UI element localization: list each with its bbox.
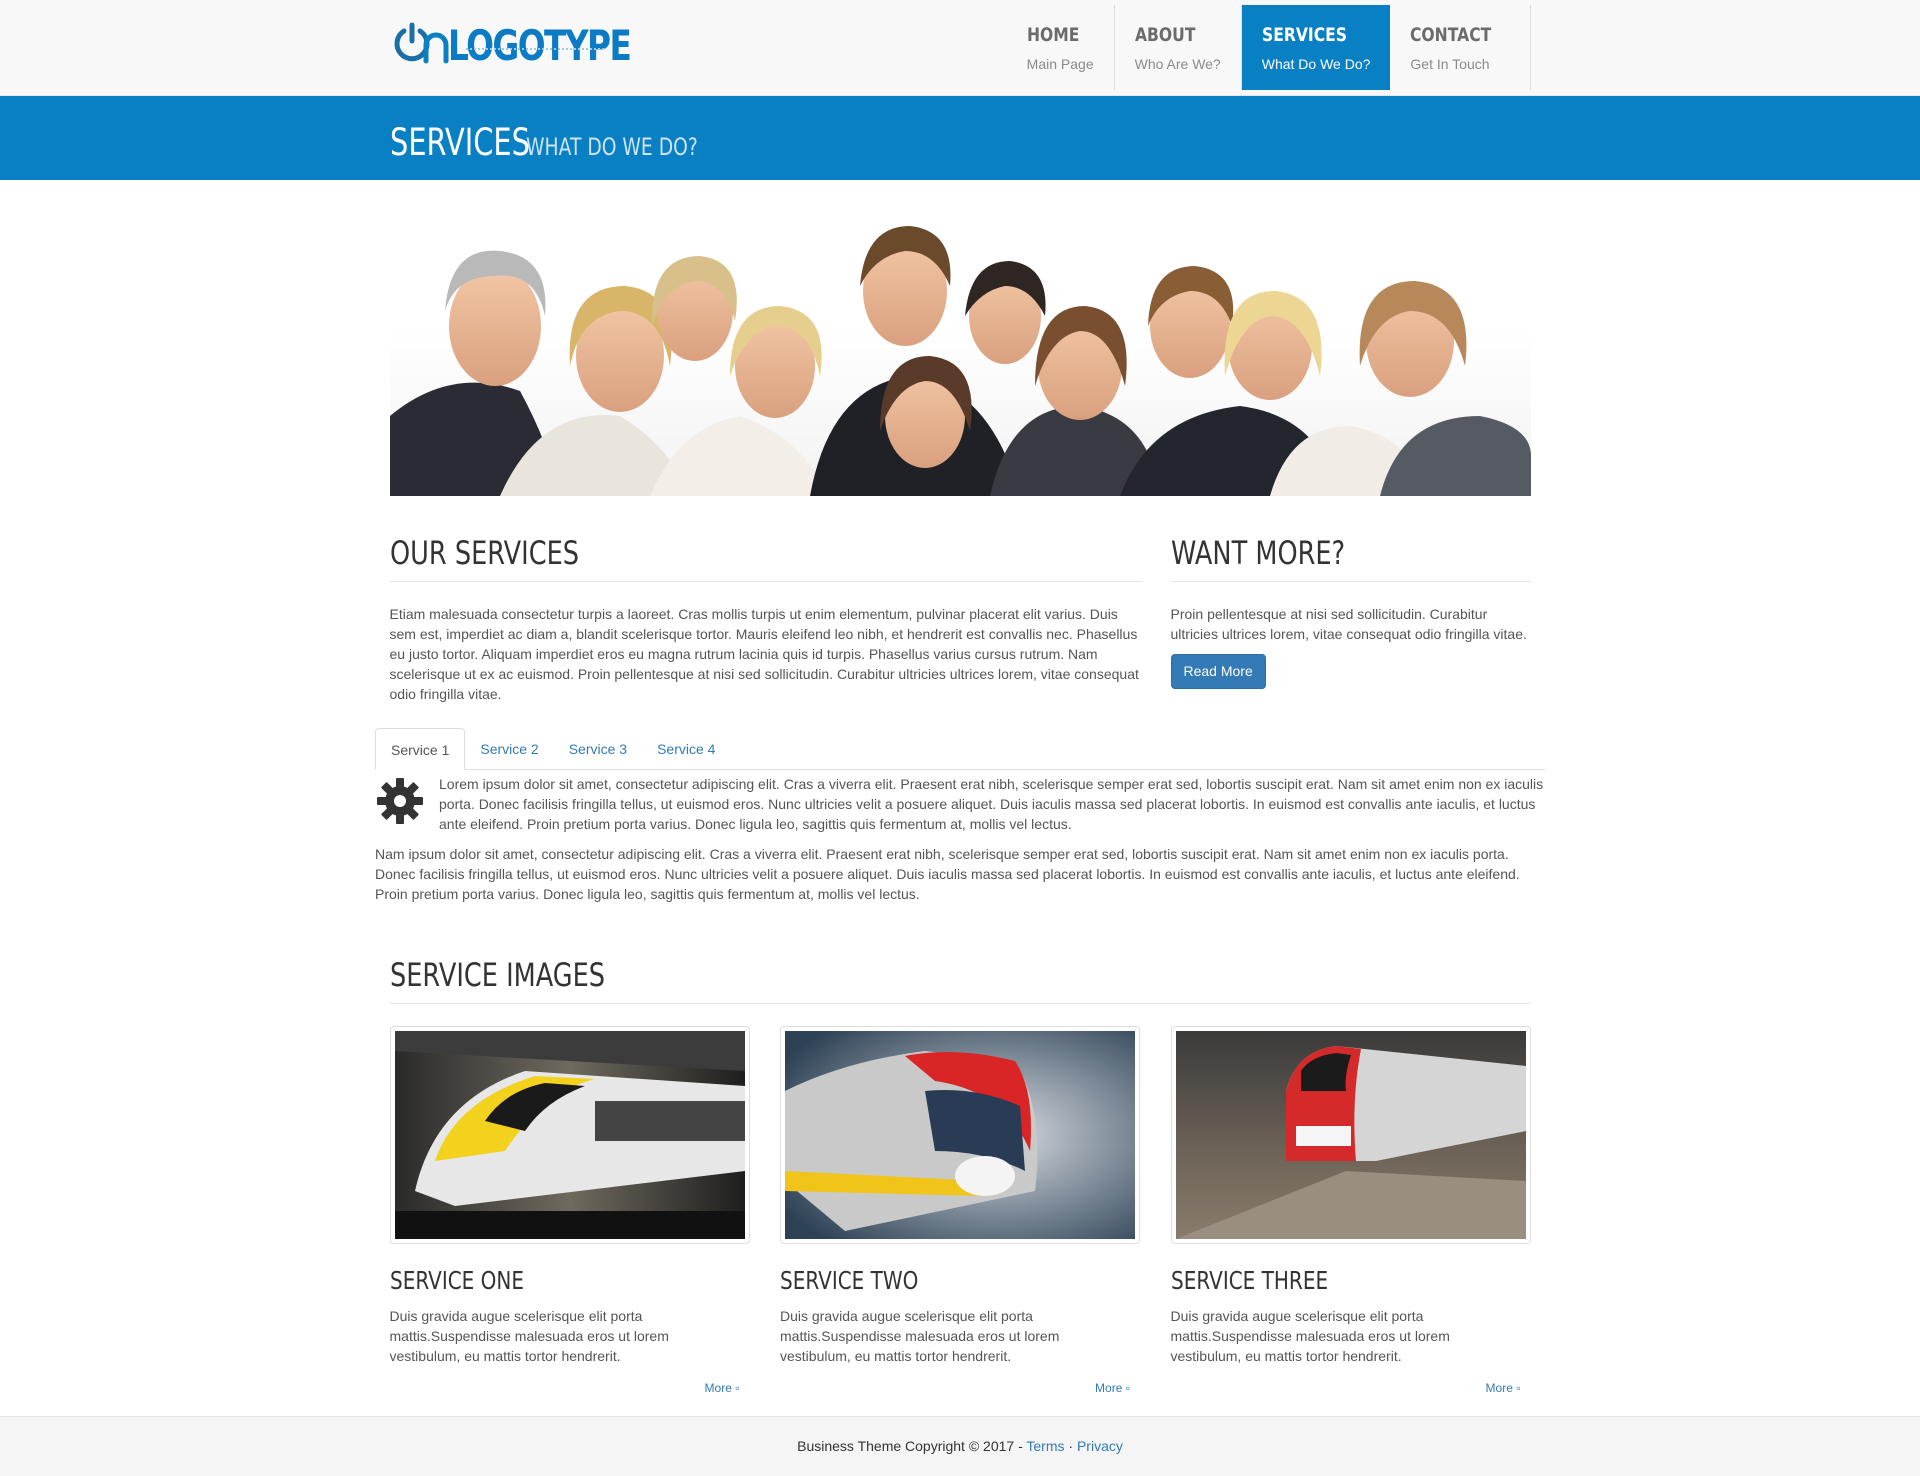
arrow-right-icon: ▫ (735, 1381, 740, 1396)
more-link[interactable]: More ▫ (1171, 1380, 1531, 1396)
tab-service-3[interactable]: Service 3 (554, 728, 642, 769)
site-header: LOGOTYPE HOME Main Page ABOUT Who Are We… (0, 0, 1920, 96)
service-images-section: SERVICE IMAGES SERVICE ONE Duis gravida … (389, 954, 1531, 1396)
logo-underline (465, 48, 604, 52)
section-heading: SERVICE IMAGES (389, 956, 605, 995)
section-heading: OUR SERVICES (389, 534, 579, 572)
want-more-section: WANT MORE? Proin pellentesque at nisi se… (1170, 532, 1531, 704)
page-title: SERVICES (389, 121, 530, 164)
nav-subtitle: Get In Touch (1410, 55, 1490, 72)
footer-separator: · (1068, 1438, 1074, 1454)
read-more-button[interactable]: Read More (1170, 654, 1266, 690)
copyright-text: Business Theme Copyright © 2017 - (797, 1438, 1023, 1454)
nav-title: HOME (1026, 24, 1080, 46)
logo-text: LOGOTYPE (447, 20, 632, 70)
logo[interactable]: LOGOTYPE (390, 18, 682, 74)
terms-link[interactable]: Terms (1026, 1438, 1064, 1454)
tab-paragraph-2: Nam ipsum dolor sit amet, consectetur ad… (375, 846, 1520, 903)
tab-paragraph: Lorem ipsum dolor sit amet, consectetur … (439, 776, 1544, 833)
more-label: More (1095, 1381, 1123, 1396)
arrow-right-icon: ▫ (1125, 1381, 1130, 1396)
nav-item-home[interactable]: HOME Main Page (1007, 5, 1115, 90)
service-tabs: Service 1 Service 2 Service 3 Service 4 (375, 728, 1545, 904)
more-link[interactable]: More ▫ (390, 1380, 750, 1396)
nav-item-contact[interactable]: CONTACT Get In Touch (1390, 5, 1531, 90)
nav-subtitle: What Do We Do? (1261, 55, 1371, 72)
hero-team-image (389, 216, 1531, 496)
service-card: SERVICE ONE Duis gravida augue scelerisq… (389, 1026, 750, 1396)
service-thumbnail[interactable] (389, 1026, 750, 1245)
card-text: Duis gravida augue scelerisque elit port… (780, 1308, 1060, 1365)
tab-service-4[interactable]: Service 4 (642, 728, 730, 769)
divider (389, 581, 1142, 583)
our-services-section: OUR SERVICES Etiam malesuada consectetur… (389, 532, 1142, 704)
tab-bar: Service 1 Service 2 Service 3 Service 4 (375, 728, 1545, 771)
section-text: Proin pellentesque at nisi sed sollicitu… (1170, 606, 1527, 643)
more-label: More (1485, 1381, 1513, 1396)
page-banner: SERVICES WHAT DO WE DO? (0, 96, 1920, 180)
nav-item-services[interactable]: SERVICES What Do We Do? (1241, 5, 1391, 90)
more-label: More (704, 1381, 732, 1396)
team-photo-illustration (389, 226, 1531, 496)
train-image (394, 1031, 745, 1240)
nav-subtitle: Main Page (1026, 55, 1094, 72)
tab-service-1[interactable]: Service 1 (375, 728, 466, 771)
page-subtitle: WHAT DO WE DO? (525, 133, 698, 161)
tab-service-2[interactable]: Service 2 (465, 728, 553, 769)
privacy-link[interactable]: Privacy (1077, 1438, 1123, 1454)
card-title: SERVICE ONE (389, 1266, 524, 1296)
tab-panel: Lorem ipsum dolor sit amet, consectetur … (375, 774, 1545, 834)
power-logo-icon (394, 22, 448, 64)
nav-title: SERVICES (1261, 24, 1347, 46)
more-link[interactable]: More ▫ (780, 1380, 1140, 1396)
section-text: Etiam malesuada consectetur turpis a lao… (389, 606, 1139, 703)
train-image (785, 1031, 1135, 1240)
gear-icon (375, 774, 439, 834)
nav-item-about[interactable]: ABOUT Who Are We? (1115, 5, 1242, 90)
service-card: SERVICE THREE Duis gravida augue sceleri… (1170, 1026, 1531, 1396)
card-title: SERVICE TWO (780, 1266, 919, 1296)
main-nav: HOME Main Page ABOUT Who Are We? SERVICE… (1007, 5, 1531, 90)
train-image (1175, 1031, 1526, 1240)
service-card: SERVICE TWO Duis gravida augue scelerisq… (780, 1026, 1140, 1396)
site-footer: Business Theme Copyright © 2017 - Terms … (0, 1416, 1920, 1476)
service-thumbnail[interactable] (1170, 1026, 1531, 1245)
card-title: SERVICE THREE (1170, 1266, 1328, 1296)
nav-subtitle: Who Are We? (1134, 55, 1221, 72)
nav-title: CONTACT (1410, 24, 1492, 46)
divider (389, 1003, 1531, 1005)
divider (1170, 581, 1531, 583)
nav-title: ABOUT (1134, 24, 1196, 46)
arrow-right-icon: ▫ (1516, 1381, 1521, 1396)
card-text: Duis gravida augue scelerisque elit port… (389, 1308, 669, 1365)
service-thumbnail[interactable] (780, 1026, 1140, 1245)
section-heading: WANT MORE? (1170, 534, 1345, 572)
card-text: Duis gravida augue scelerisque elit port… (1170, 1308, 1450, 1365)
